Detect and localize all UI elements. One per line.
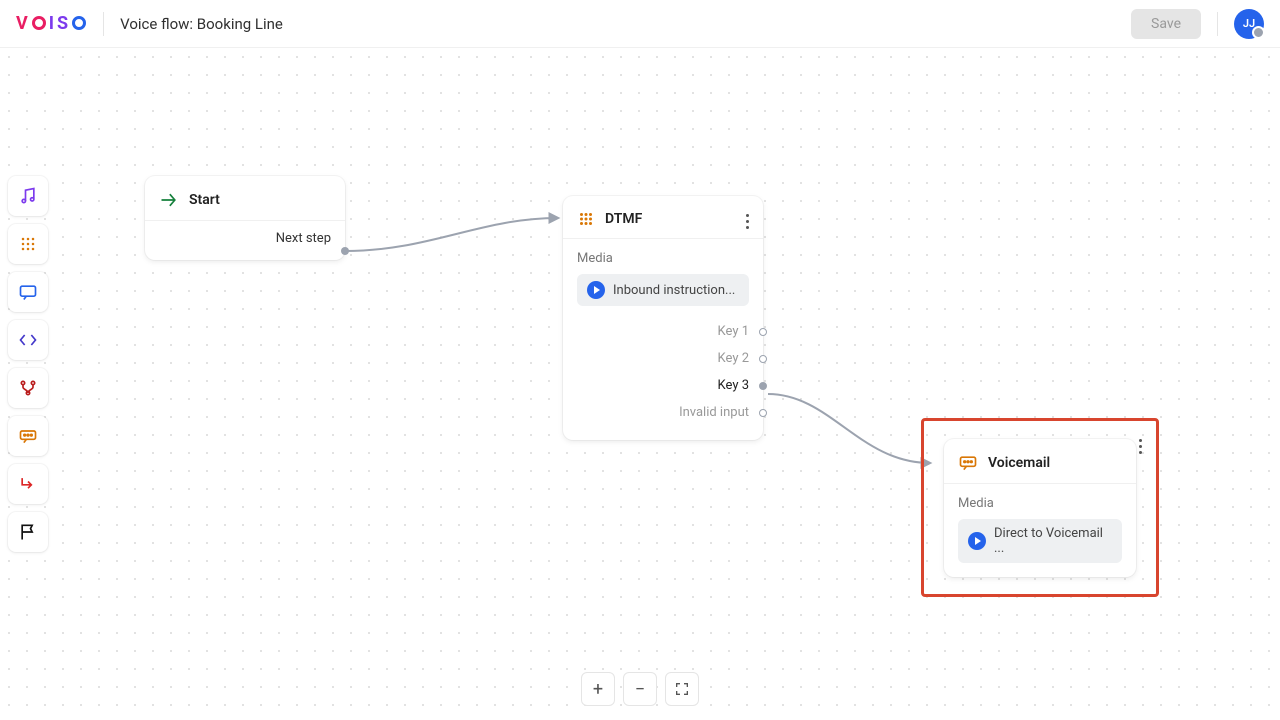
zoom-in-button[interactable]: + bbox=[581, 672, 615, 706]
start-out-port[interactable] bbox=[341, 247, 349, 255]
zoom-controls: + − bbox=[581, 672, 699, 706]
start-title: Start bbox=[189, 192, 220, 208]
voicemail-title: Voicemail bbox=[988, 455, 1050, 471]
user-avatar[interactable]: JJ bbox=[1234, 9, 1264, 39]
dtmf-invalid[interactable]: Invalid input bbox=[577, 399, 749, 426]
node-start[interactable]: Start Next step bbox=[145, 176, 345, 260]
voicemail-icon bbox=[958, 453, 978, 473]
dtmf-title: DTMF bbox=[605, 211, 642, 227]
tool-code[interactable] bbox=[8, 320, 48, 360]
tool-music[interactable] bbox=[8, 176, 48, 216]
node-dtmf[interactable]: DTMF Media Inbound instruction... Key 1 … bbox=[563, 196, 763, 440]
voicemail-media-file: Direct to Voicemail ... bbox=[994, 526, 1112, 556]
header-right: Save JJ bbox=[1131, 9, 1264, 39]
out-port[interactable] bbox=[759, 355, 767, 363]
fullscreen-icon bbox=[674, 681, 690, 697]
header-divider-2 bbox=[1217, 12, 1218, 36]
node-voicemail[interactable]: Voicemail Media Direct to Voicemail ... bbox=[944, 439, 1136, 577]
voiso-logo: VIS bbox=[16, 13, 87, 34]
tool-flag[interactable] bbox=[8, 512, 48, 552]
start-header: Start bbox=[159, 190, 331, 220]
voicemail-more-button[interactable] bbox=[1135, 435, 1146, 458]
play-icon[interactable] bbox=[968, 532, 986, 550]
dtmf-media-chip[interactable]: Inbound instruction... bbox=[577, 274, 749, 306]
dtmf-icon bbox=[577, 210, 595, 228]
dtmf-media-label: Media bbox=[577, 239, 749, 274]
dtmf-key-2[interactable]: Key 2 bbox=[577, 345, 749, 372]
voicemail-header: Voicemail bbox=[958, 453, 1122, 483]
dtmf-media-file: Inbound instruction... bbox=[613, 283, 735, 298]
voicemail-media-label: Media bbox=[958, 484, 1122, 519]
flow-canvas[interactable]: Start Next step DTMF Media Inbound instr… bbox=[0, 48, 1280, 720]
dtmf-more-button[interactable] bbox=[742, 210, 753, 233]
flow-title: Voice flow: Booking Line bbox=[120, 15, 283, 33]
save-button[interactable]: Save bbox=[1131, 9, 1201, 39]
tool-redirect[interactable] bbox=[8, 464, 48, 504]
tool-message[interactable] bbox=[8, 272, 48, 312]
out-port[interactable] bbox=[759, 382, 767, 390]
play-icon[interactable] bbox=[587, 281, 605, 299]
dtmf-key-3[interactable]: Key 3 bbox=[577, 372, 749, 399]
dtmf-key-1[interactable]: Key 1 bbox=[577, 318, 749, 345]
zoom-out-button[interactable]: − bbox=[623, 672, 657, 706]
start-icon bbox=[159, 190, 179, 210]
dtmf-header: DTMF bbox=[577, 210, 749, 238]
start-next-step: Next step bbox=[159, 221, 331, 246]
out-port[interactable] bbox=[759, 328, 767, 336]
zoom-fit-button[interactable] bbox=[665, 672, 699, 706]
voicemail-media-chip[interactable]: Direct to Voicemail ... bbox=[958, 519, 1122, 563]
header-left: VIS Voice flow: Booking Line bbox=[16, 12, 283, 36]
out-port[interactable] bbox=[759, 409, 767, 417]
start-next-label: Next step bbox=[276, 231, 331, 246]
tool-branch[interactable] bbox=[8, 368, 48, 408]
tool-dtmf[interactable] bbox=[8, 224, 48, 264]
tool-voicemail[interactable] bbox=[8, 416, 48, 456]
header-divider bbox=[103, 12, 104, 36]
app-header: VIS Voice flow: Booking Line Save JJ bbox=[0, 0, 1280, 48]
voicemail-highlight-box: Voicemail Media Direct to Voicemail ... bbox=[921, 418, 1159, 597]
node-toolbox bbox=[8, 176, 48, 552]
